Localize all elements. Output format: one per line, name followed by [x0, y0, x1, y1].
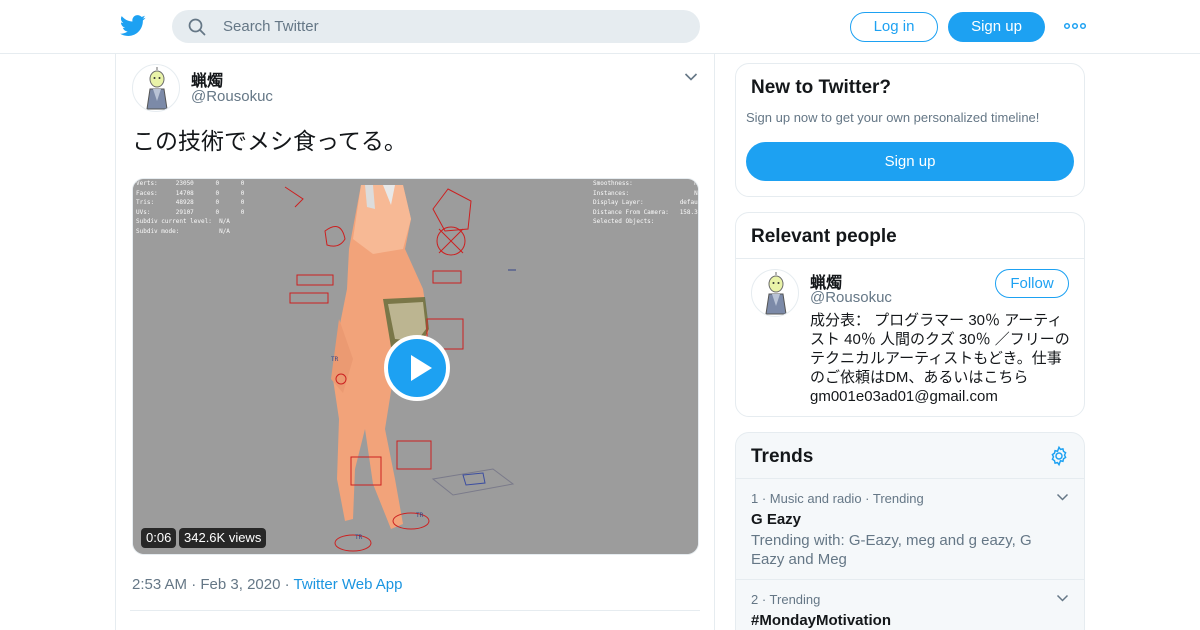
avatar[interactable] — [751, 269, 799, 317]
tweet-source-link[interactable]: Twitter Web App — [294, 576, 403, 593]
search-input[interactable]: Search Twitter — [223, 18, 319, 35]
search-bar[interactable]: Search Twitter — [172, 10, 700, 43]
tweet-author-handle[interactable]: @Rousokuc — [191, 88, 273, 105]
chevron-down-icon[interactable] — [684, 72, 698, 82]
chevron-down-icon[interactable] — [1056, 493, 1069, 502]
signup-button[interactable]: Sign up — [948, 12, 1045, 42]
top-bar: Search Twitter Log in Sign up — [0, 0, 1200, 54]
person-bio: 成分表： プログラマー 30％ アーティスト 40％ 人間のクズ 30％ ／フリ… — [810, 311, 1072, 406]
svg-text:TR: TR — [331, 356, 339, 363]
view-count-badge: 342.6K views — [179, 528, 267, 548]
more-options-icon[interactable] — [1063, 18, 1087, 34]
play-icon — [411, 355, 432, 381]
avatar[interactable] — [132, 64, 180, 112]
trend-item[interactable]: 2 · Trending #MondayMotivation — [736, 579, 1084, 630]
video-duration-badge: 0:06 — [141, 528, 177, 548]
trends-card: Trends 1 · Music and radio · Trending G … — [735, 432, 1085, 630]
svg-text:TR: TR — [355, 534, 363, 541]
bio-email: gm001e03ad01@gmail.com — [810, 388, 998, 405]
trend-name: G Eazy — [751, 511, 802, 528]
play-button[interactable] — [384, 335, 450, 401]
tweet-detail: 蝋燭 @Rousokuc この技術でメシ食ってる。 TR TR TR Verts… — [115, 54, 715, 630]
bulb-character-avatar-icon — [765, 272, 787, 315]
tweet-metadata: 2:53 AM · Feb 3, 2020 · Twitter Web App — [132, 576, 402, 593]
login-button[interactable]: Log in — [850, 12, 938, 42]
card-heading: Relevant people — [751, 226, 897, 247]
viewport-stats-left: Verts: 23050 0 0 Faces: 14708 0 0 Tris: … — [136, 180, 245, 235]
viewport-stats-right: Smoothness: N/A Instances: N/A Display L… — [593, 180, 698, 226]
sidebar-signup-button[interactable]: Sign up — [746, 142, 1074, 181]
divider — [130, 610, 700, 611]
separator-dot: · — [284, 576, 294, 593]
trend-item[interactable]: 1 · Music and radio · Trending G Eazy Tr… — [736, 478, 1084, 579]
divider — [736, 258, 1084, 259]
video-player[interactable]: TR TR TR Verts: 23050 0 0 Faces: 14708 0 0… — [132, 178, 699, 555]
card-subtitle: Sign up now to get your own personalized… — [746, 110, 1040, 125]
tweet-text: この技術でメシ食ってる。 — [132, 128, 407, 154]
chevron-down-icon[interactable] — [1056, 594, 1069, 603]
trend-category: 2 · Trending — [751, 592, 821, 607]
gear-icon[interactable] — [1048, 445, 1070, 467]
bulb-character-avatar-icon — [146, 67, 168, 110]
new-to-twitter-card: New to Twitter? Sign up now to get your … — [735, 63, 1085, 197]
tweet-date[interactable]: Feb 3, 2020 — [200, 576, 280, 593]
search-icon — [188, 18, 206, 36]
trend-description: Trending with: G-Eazy, meg and g eazy, G… — [751, 532, 1032, 568]
tweet-time[interactable]: 2:53 AM — [132, 576, 187, 593]
trend-name: #MondayMotivation — [751, 612, 892, 629]
card-heading: Trends — [751, 446, 814, 467]
card-heading: New to Twitter? — [751, 77, 892, 98]
twitter-logo-icon[interactable] — [120, 14, 146, 38]
bio-text: 成分表： プログラマー 30％ アーティスト 40％ 人間のクズ 30％ ／フリ… — [810, 312, 1070, 386]
svg-text:TR: TR — [416, 512, 424, 519]
follow-button[interactable]: Follow — [995, 269, 1069, 298]
separator-dot: · — [191, 576, 201, 593]
person-handle[interactable]: @Rousokuc — [810, 289, 892, 306]
relevant-people-card: Relevant people 蝋燭 @Rousokuc Follow 成分表：… — [735, 212, 1085, 417]
trend-category: 1 · Music and radio · Trending — [751, 491, 924, 506]
